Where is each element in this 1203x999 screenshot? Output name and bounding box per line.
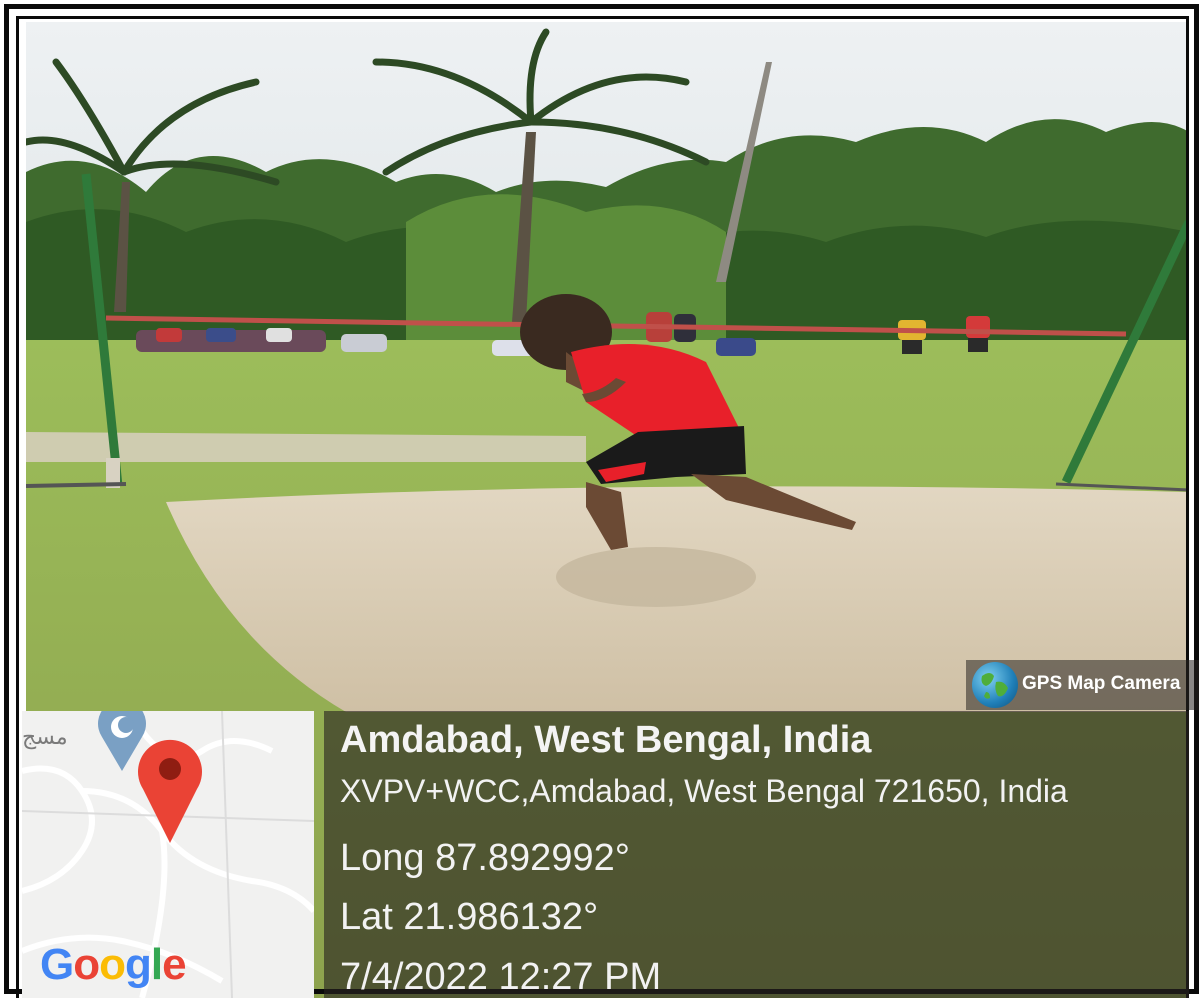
location-address: XVPV+WCC,Amdabad, West Bengal 721650, In… [340, 773, 1068, 809]
location-info-panel: Amdabad, West Bengal, India XVPV+WCC,Amd… [324, 711, 1189, 998]
location-pin-icon [138, 739, 202, 843]
location-title: Amdabad, West Bengal, India [340, 719, 872, 761]
longitude-readout: Long 87.892992° [340, 837, 630, 879]
latitude-readout: Lat 21.986132° [340, 896, 599, 938]
gps-map-camera-label: GPS Map Camera [1022, 673, 1181, 694]
gps-map-camera-badge: GPS Map Camera [966, 660, 1199, 710]
google-logo: Google [40, 940, 187, 989]
globe-icon [972, 662, 1018, 708]
photo-frame: مسج Google GPS Map Camera Amdabad, West … [0, 0, 1203, 998]
map-thumbnail[interactable]: مسج Google [22, 711, 314, 998]
timestamp: 7/4/2022 12:27 PM [340, 956, 662, 998]
map-place-label: مسج [22, 725, 68, 750]
